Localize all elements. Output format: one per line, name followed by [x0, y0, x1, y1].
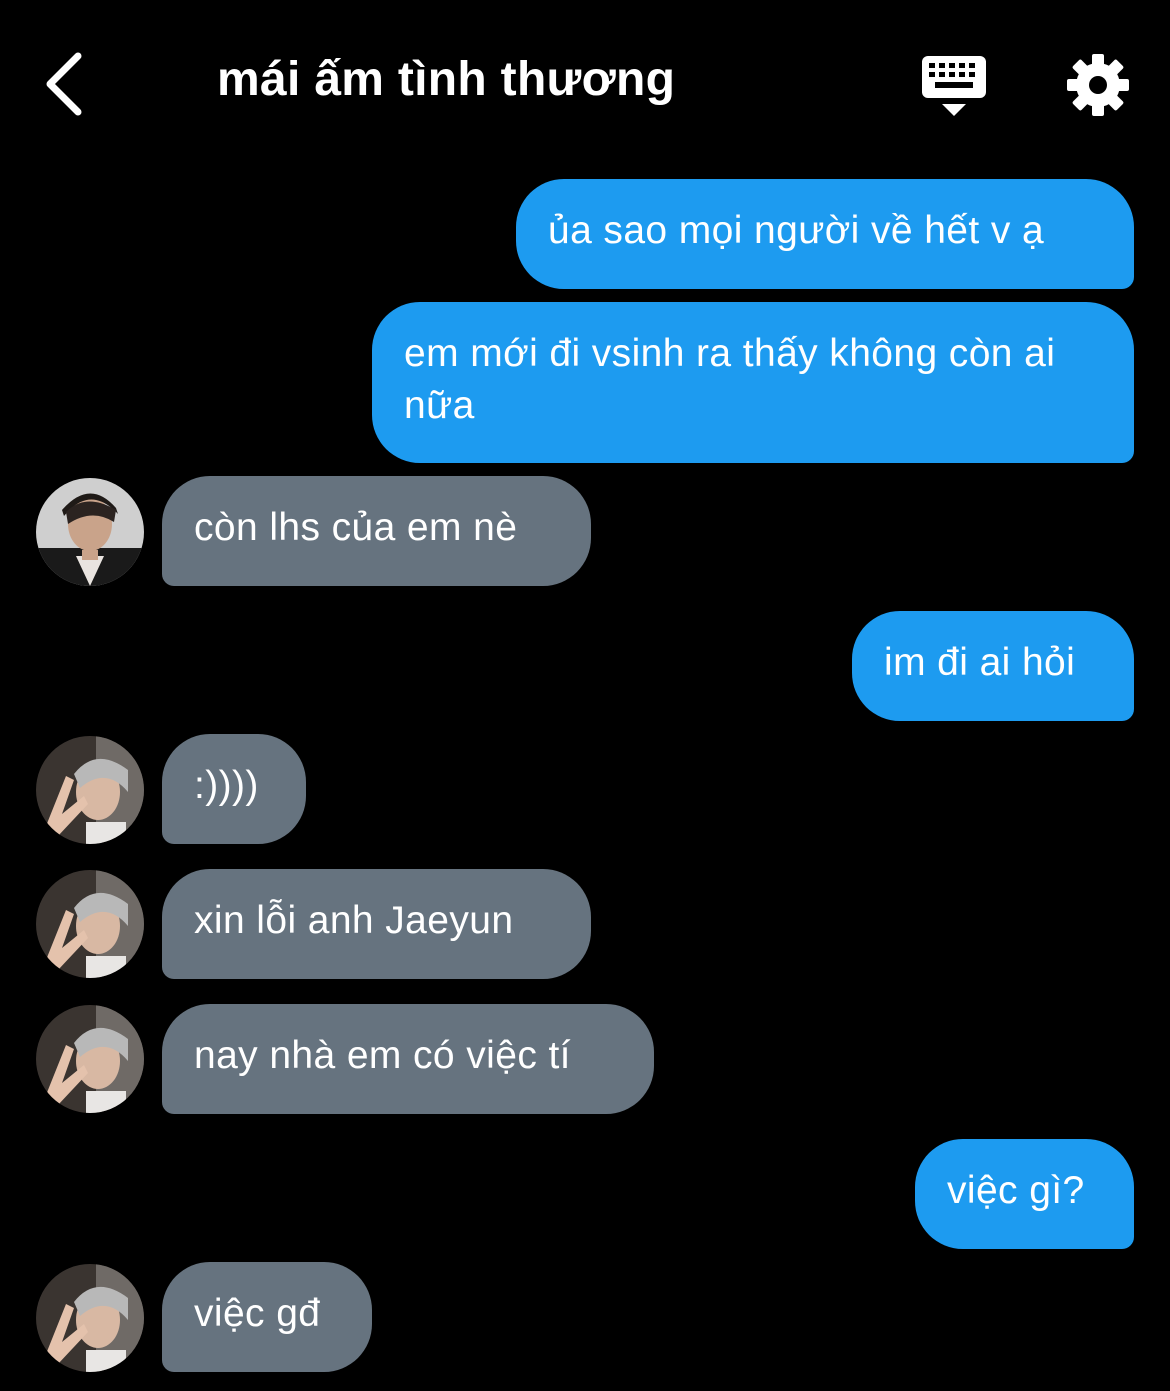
- message-text: nay nhà em có việc tí: [194, 1034, 571, 1077]
- conversation-title: mái ấm tình thương: [217, 53, 676, 106]
- message-bubble-incoming[interactable]: việc gđ: [162, 1262, 372, 1372]
- message-text: còn lhs của em nè: [194, 506, 518, 549]
- avatar[interactable]: [36, 1005, 144, 1113]
- chevron-left-icon: [30, 48, 100, 120]
- message-bubble-outgoing[interactable]: ủa sao mọi người về hết v ạ: [516, 179, 1134, 289]
- avatar[interactable]: [36, 870, 144, 978]
- message-bubble-incoming[interactable]: :)))): [162, 734, 306, 844]
- message-bubble-outgoing[interactable]: em mới đi vsinh ra thấy không còn ai nữa: [372, 302, 1134, 463]
- message-bubble-outgoing[interactable]: việc gì?: [915, 1139, 1134, 1249]
- keyboard-icon: [918, 56, 990, 124]
- message-text: im đi ai hỏi: [884, 641, 1076, 684]
- message-text: ủa sao mọi người về hết v ạ: [548, 209, 1045, 252]
- message-bubble-incoming[interactable]: xin lỗi anh Jaeyun: [162, 869, 591, 979]
- message-text: :)))): [194, 764, 259, 807]
- message-bubble-outgoing[interactable]: im đi ai hỏi: [852, 611, 1134, 721]
- message-text: em mới đi vsinh ra thấy không còn ai nữa: [404, 332, 1056, 427]
- message-text: xin lỗi anh Jaeyun: [194, 899, 514, 942]
- avatar[interactable]: [36, 478, 144, 586]
- message-bubble-incoming[interactable]: còn lhs của em nè: [162, 476, 591, 586]
- message-text: việc gì?: [947, 1169, 1085, 1212]
- back-button[interactable]: [30, 48, 100, 120]
- message-bubble-incoming[interactable]: nay nhà em có việc tí: [162, 1004, 654, 1114]
- chat-screen: mái ấm tình thương ủa sao mọi người về h…: [0, 0, 1170, 1391]
- settings-button[interactable]: [1066, 53, 1130, 117]
- avatar[interactable]: [36, 736, 144, 844]
- message-text: việc gđ: [194, 1292, 321, 1335]
- avatar[interactable]: [36, 1264, 144, 1372]
- gear-icon: [1066, 54, 1130, 121]
- chat-header: mái ấm tình thương: [0, 0, 1170, 170]
- keyboard-button[interactable]: [918, 52, 990, 120]
